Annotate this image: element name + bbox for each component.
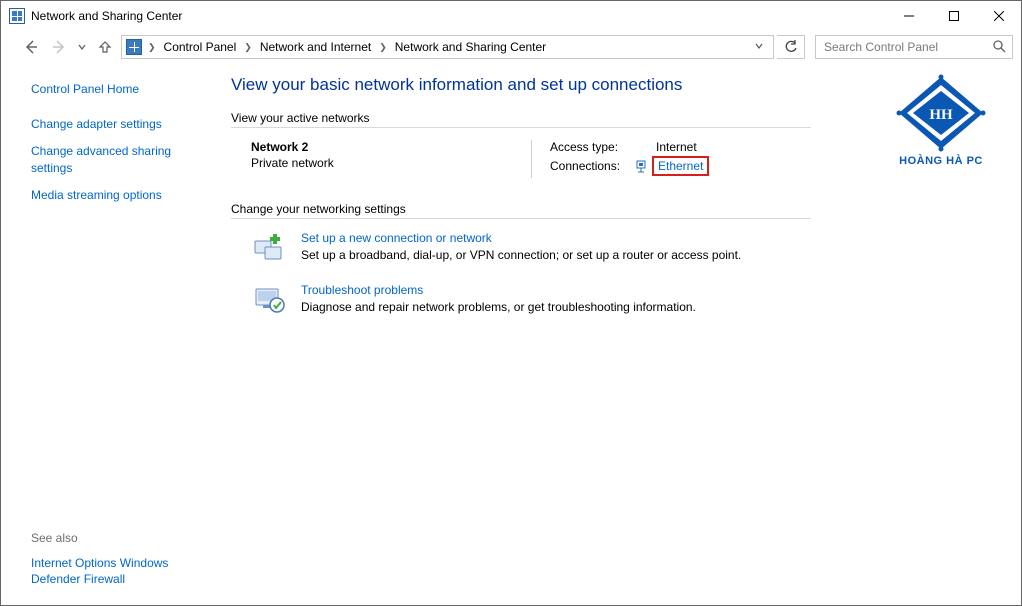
close-button[interactable] — [976, 1, 1021, 31]
nav-up-button[interactable] — [93, 35, 117, 59]
breadcrumb-network-sharing[interactable]: Network and Sharing Center — [393, 40, 548, 54]
app-icon — [9, 8, 25, 24]
breadcrumb-icon — [126, 39, 142, 55]
ethernet-link-highlight: Ethernet — [652, 156, 709, 176]
window-title: Network and Sharing Center — [31, 9, 182, 23]
nav-back-button[interactable] — [19, 35, 43, 59]
divider — [231, 218, 811, 219]
network-name: Network 2 — [251, 140, 531, 154]
titlebar: Network and Sharing Center — [1, 1, 1021, 31]
search-input[interactable] — [822, 39, 992, 55]
active-networks-label: View your active networks — [231, 111, 1001, 125]
troubleshoot-link[interactable]: Troubleshoot problems — [301, 283, 423, 297]
sidebar-link-adapter[interactable]: Change adapter settings — [31, 116, 201, 132]
search-icon[interactable] — [992, 39, 1006, 56]
maximize-button[interactable] — [931, 1, 976, 31]
ethernet-icon — [634, 159, 648, 173]
minimize-button[interactable] — [886, 1, 931, 31]
breadcrumb[interactable]: ❯ Control Panel ❯ Network and Internet ❯… — [121, 35, 774, 59]
main-content: View your basic network information and … — [213, 67, 1021, 605]
breadcrumb-dropdown[interactable] — [749, 42, 769, 52]
navbar: ❯ Control Panel ❯ Network and Internet ❯… — [1, 31, 1021, 67]
setup-connection-item: Set up a new connection or network Set u… — [231, 231, 811, 263]
troubleshoot-icon — [253, 283, 285, 315]
sidebar-home-link[interactable]: Control Panel Home — [31, 81, 201, 97]
connections-key: Connections: — [550, 159, 634, 173]
troubleshoot-desc: Diagnose and repair network problems, or… — [301, 300, 696, 314]
sidebar-link-media-streaming[interactable]: Media streaming options — [31, 187, 201, 203]
chevron-right-icon[interactable]: ❯ — [240, 42, 256, 53]
breadcrumb-network-internet[interactable]: Network and Internet — [258, 40, 373, 54]
access-type-value: Internet — [634, 140, 697, 154]
nav-forward-button[interactable] — [47, 35, 71, 59]
brand-label: HOÀNG HÀ PC — [887, 155, 995, 167]
access-type-key: Access type: — [550, 140, 634, 154]
brand-logo: HH HOÀNG HÀ PC — [887, 73, 995, 167]
search-box[interactable] — [815, 35, 1013, 59]
vertical-divider — [531, 140, 532, 178]
setup-connection-icon — [253, 231, 285, 263]
divider — [231, 127, 811, 128]
svg-text:HH: HH — [929, 107, 953, 123]
sidebar: Control Panel Home Change adapter settin… — [1, 67, 213, 605]
chevron-right-icon[interactable]: ❯ — [375, 42, 391, 53]
network-type: Private network — [251, 156, 531, 170]
setup-connection-link[interactable]: Set up a new connection or network — [301, 231, 492, 245]
seealso-internet-options[interactable]: Internet Options — [31, 556, 116, 570]
breadcrumb-control-panel[interactable]: Control Panel — [162, 40, 239, 54]
change-settings-label: Change your networking settings — [231, 202, 1001, 216]
active-network-row: Network 2 Private network Access type: I… — [231, 140, 811, 178]
window-frame: Network and Sharing Center — [0, 0, 1022, 606]
troubleshoot-item: Troubleshoot problems Diagnose and repai… — [231, 283, 811, 315]
nav-recent-dropdown[interactable] — [75, 35, 89, 59]
sidebar-link-advanced-sharing[interactable]: Change advanced sharing settings — [31, 143, 201, 175]
ethernet-link[interactable]: Ethernet — [658, 159, 703, 173]
page-title: View your basic network information and … — [231, 75, 1001, 95]
chevron-right-icon[interactable]: ❯ — [144, 42, 160, 53]
refresh-button[interactable] — [777, 35, 805, 59]
seealso-label: See also — [31, 531, 201, 545]
setup-connection-desc: Set up a broadband, dial-up, or VPN conn… — [301, 248, 741, 262]
